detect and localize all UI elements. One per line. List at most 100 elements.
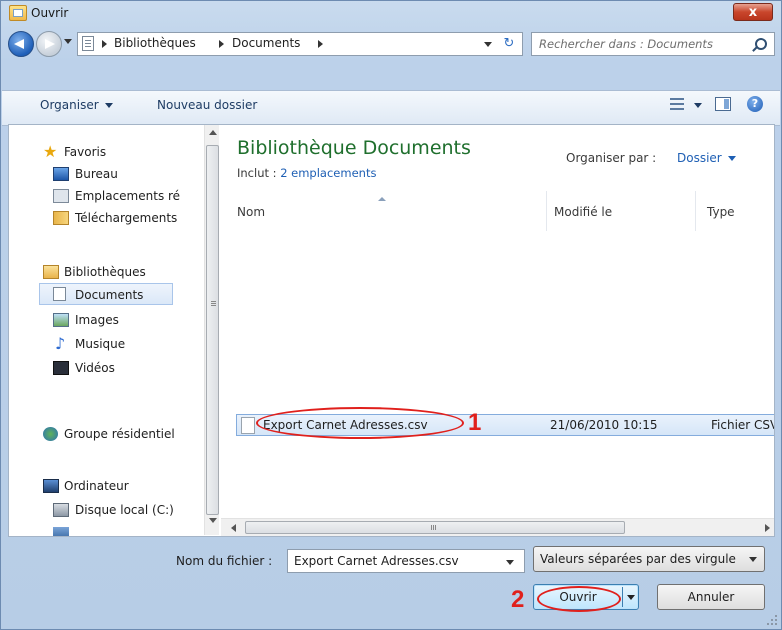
scroll-right-icon[interactable] — [765, 524, 770, 532]
close-button[interactable]: x — [733, 3, 773, 21]
column-divider[interactable] — [695, 191, 696, 231]
arrange-by-dropdown[interactable]: Dossier — [677, 151, 736, 165]
sidebar-item-label: Ordinateur — [64, 479, 129, 493]
sidebar-item-label: Images — [75, 313, 119, 327]
sidebar-item-musique[interactable]: ♪ Musique — [9, 333, 199, 355]
sidebar-item-favoris[interactable]: ★ Favoris — [9, 141, 199, 163]
new-folder-button[interactable]: Nouveau dossier — [157, 98, 257, 112]
music-icon: ♪ — [55, 334, 66, 353]
back-button[interactable] — [8, 31, 34, 57]
preview-pane-icon[interactable] — [715, 97, 731, 111]
breadcrumb-documents[interactable]: Documents — [232, 36, 300, 50]
sidebar-item-videos[interactable]: Vidéos — [9, 357, 199, 379]
organize-label: Organiser — [40, 98, 99, 112]
navigation-bar: Bibliothèques Documents ↻ Rechercher dan… — [1, 29, 781, 61]
scroll-left-icon[interactable] — [231, 524, 236, 532]
forward-button[interactable] — [36, 31, 62, 57]
organize-menu[interactable]: Organiser — [40, 98, 113, 112]
scroll-up-icon[interactable] — [209, 130, 217, 135]
filename-input[interactable]: Export Carnet Adresses.csv — [287, 549, 525, 573]
open-file-dialog: Ouvrir x Bibliothèques Documents ↻ Reche… — [0, 0, 782, 630]
annotation-ellipse-open — [537, 586, 621, 612]
sidebar-item-label: Musique — [75, 337, 126, 351]
sidebar-item-emplacements[interactable]: Emplacements ré — [9, 185, 199, 207]
sidebar-item-disque-local[interactable]: Disque local (C:) — [9, 499, 199, 521]
file-list-horizontal-scrollbar[interactable] — [221, 518, 774, 536]
sidebar-item-documents[interactable]: Documents — [39, 283, 173, 305]
chevron-down-icon — [749, 557, 757, 562]
downloads-icon — [53, 211, 69, 225]
arrange-by-value: Dossier — [677, 151, 722, 165]
help-icon[interactable]: ? — [747, 96, 763, 112]
sidebar-item-label: Vidéos — [75, 361, 115, 375]
sidebar-item-label: Favoris — [64, 145, 107, 159]
column-divider[interactable] — [546, 191, 547, 231]
window-title: Ouvrir — [31, 6, 69, 20]
column-header-name[interactable]: Nom — [237, 205, 265, 219]
column-header-modified[interactable]: Modifié le — [554, 205, 612, 219]
column-header-type[interactable]: Type — [707, 205, 735, 219]
search-placeholder: Rechercher dans : Documents — [539, 37, 713, 51]
split-divider — [622, 587, 623, 607]
scroll-down-icon[interactable] — [209, 518, 217, 523]
sidebar-item-telechargements[interactable]: Téléchargements — [9, 207, 199, 229]
sidebar-item-label: Disque local (C:) — [75, 503, 174, 517]
sidebar-item-images[interactable]: Images — [9, 309, 199, 331]
includes-locations-link[interactable]: 2 emplacements — [280, 166, 376, 180]
content-area: ★ Favoris Bureau Emplacements ré Télécha… — [8, 124, 775, 537]
star-icon: ★ — [43, 142, 58, 161]
refresh-icon[interactable]: ↻ — [500, 35, 518, 53]
title-bar[interactable]: Ouvrir x — [1, 1, 781, 25]
sidebar-item-label: Bibliothèques — [64, 265, 146, 279]
file-list-pane: Bibliothèque Documents Inclut : 2 emplac… — [221, 125, 774, 536]
search-input[interactable]: Rechercher dans : Documents — [531, 32, 775, 56]
sort-ascending-icon — [378, 197, 386, 201]
cancel-button[interactable]: Annuler — [657, 584, 765, 610]
sidebar-item-label: Bureau — [75, 167, 118, 181]
sidebar-item-label: Téléchargements — [75, 211, 178, 225]
csv-file-icon — [241, 417, 255, 434]
file-type-filter-select[interactable]: Valeurs séparées par des virgule — [533, 546, 765, 572]
arrange-by-label: Organiser par : — [566, 151, 657, 165]
search-icon[interactable] — [755, 38, 767, 50]
scrollbar-thumb[interactable] — [245, 521, 625, 534]
breadcrumb-separator-icon[interactable] — [102, 40, 107, 48]
annotation-step-1: 1 — [468, 409, 482, 436]
sidebar-item-bibliotheques[interactable]: Bibliothèques — [9, 261, 199, 283]
recent-places-icon — [53, 189, 69, 203]
drive-icon — [53, 527, 69, 536]
breadcrumb-bibliotheques[interactable]: Bibliothèques — [114, 36, 196, 50]
scrollbar-thumb[interactable] — [206, 145, 219, 515]
videos-icon — [53, 361, 69, 375]
chevron-down-icon[interactable] — [506, 560, 514, 565]
annotation-ellipse-file — [256, 407, 464, 439]
sidebar-item-partial — [9, 523, 199, 536]
open-options-dropdown-icon[interactable] — [627, 595, 635, 600]
sidebar-item-groupe-residentiel[interactable]: Groupe résidentiel — [9, 423, 199, 445]
sidebar-item-ordinateur[interactable]: Ordinateur — [9, 475, 199, 497]
address-dropdown-icon[interactable] — [484, 42, 492, 47]
sidebar-item-bureau[interactable]: Bureau — [9, 163, 199, 185]
sidebar-item-label: Groupe résidentiel — [64, 427, 175, 441]
filename-label: Nom du fichier : — [176, 554, 273, 568]
annotation-step-2: 2 — [511, 586, 525, 613]
file-type: Fichier CSV — [711, 418, 774, 432]
document-library-icon — [82, 36, 94, 51]
libraries-icon — [43, 265, 59, 279]
breadcrumb-separator-icon[interactable] — [318, 40, 323, 48]
library-title: Bibliothèque Documents — [237, 137, 471, 159]
address-bar[interactable]: Bibliothèques Documents ↻ — [77, 32, 523, 56]
resize-grip-icon[interactable] — [767, 615, 777, 625]
command-bar-items: Organiser Nouveau dossier ? — [2, 91, 780, 121]
sidebar-scrollbar[interactable] — [204, 125, 219, 535]
views-icon[interactable] — [670, 98, 684, 110]
views-dropdown-icon[interactable] — [694, 103, 702, 108]
library-includes: Inclut : 2 emplacements — [237, 166, 376, 180]
chevron-down-icon — [727, 156, 736, 161]
file-modified: 21/06/2010 10:15 — [550, 418, 658, 432]
pictures-icon — [53, 313, 69, 327]
computer-icon — [43, 479, 59, 493]
history-dropdown-icon[interactable] — [64, 39, 72, 44]
includes-prefix: Inclut : — [237, 166, 277, 180]
breadcrumb-separator-icon[interactable] — [219, 40, 224, 48]
